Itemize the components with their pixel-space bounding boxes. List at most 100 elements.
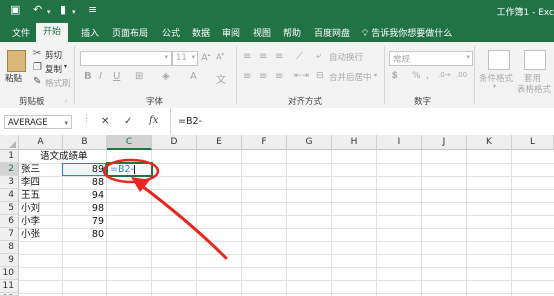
merge-dropdown-icon[interactable]: ▾: [374, 72, 377, 79]
copy-dropdown-icon[interactable]: ▾: [64, 63, 67, 70]
column-header-l[interactable]: L: [512, 135, 554, 150]
row-header-7[interactable]: 7: [0, 228, 19, 241]
redo-dropdown-icon[interactable]: ▾: [72, 6, 76, 18]
paste-icon[interactable]: [7, 50, 26, 72]
clipboard-launcher-icon[interactable]: ⌟: [64, 96, 67, 103]
currency-format-icon[interactable]: 💲︎: [392, 71, 397, 81]
cell-a4[interactable]: 王五: [21, 189, 40, 202]
decrease-font-icon[interactable]: A▾: [216, 52, 224, 62]
row-header-5[interactable]: 5: [0, 202, 19, 215]
tab-data[interactable]: 数据: [192, 26, 210, 39]
row-header-1[interactable]: 1: [0, 150, 19, 163]
row-header-6[interactable]: 6: [0, 215, 19, 228]
merge-center-icon[interactable]: ⊟: [316, 71, 324, 81]
font-size-select[interactable]: 11 ▾: [172, 51, 198, 66]
fill-color-icon[interactable]: ◈: [162, 71, 170, 82]
tab-view[interactable]: 视图: [253, 26, 271, 39]
format-painter-icon[interactable]: ✎: [33, 77, 41, 87]
increase-decimal-icon[interactable]: .0→: [438, 71, 451, 79]
italic-button[interactable]: I: [99, 71, 102, 82]
decrease-decimal-icon[interactable]: .00: [456, 71, 467, 79]
cut-button[interactable]: 剪切: [45, 49, 62, 61]
column-header-e[interactable]: E: [197, 135, 242, 150]
select-all-corner[interactable]: [0, 135, 19, 150]
enter-button[interactable]: ✓: [124, 116, 132, 127]
column-header-d[interactable]: D: [152, 135, 197, 150]
tab-baidu-netdisk[interactable]: 百度网盘: [314, 26, 350, 39]
align-middle-icon[interactable]: ≡: [259, 51, 267, 62]
wrap-text-button[interactable]: 自动换行: [329, 51, 363, 63]
cell-b7[interactable]: 80: [64, 228, 104, 241]
paste-dropdown-icon[interactable]: ▾: [19, 73, 22, 80]
percent-format-icon[interactable]: %: [412, 71, 421, 81]
font-color-icon[interactable]: A: [190, 71, 197, 82]
merge-center-button[interactable]: 合并后居中: [329, 71, 372, 83]
row-header-10[interactable]: 10: [0, 267, 19, 280]
column-header-c[interactable]: C: [107, 135, 152, 150]
formula-input[interactable]: =B2-: [178, 116, 202, 127]
tab-file[interactable]: 文件: [12, 26, 30, 39]
cell-b6[interactable]: 79: [64, 215, 104, 228]
cell-a6[interactable]: 小李: [21, 215, 40, 228]
column-header-k[interactable]: K: [467, 135, 512, 150]
cell-b3[interactable]: 88: [64, 176, 104, 189]
cell-a5[interactable]: 小刘: [21, 202, 40, 215]
title-cell-a1[interactable]: 语文成绩单: [40, 150, 88, 163]
comma-format-icon[interactable]: ,: [426, 71, 429, 81]
align-top-icon[interactable]: ≡: [243, 51, 251, 62]
bold-button[interactable]: B: [84, 71, 92, 82]
cell-a7[interactable]: 小张: [21, 228, 40, 241]
cell-b2[interactable]: 89: [64, 163, 104, 176]
row-header-11[interactable]: 11: [0, 280, 19, 293]
row-header-2[interactable]: 2: [0, 163, 19, 176]
save-icon[interactable]: ▣: [10, 4, 20, 16]
tab-insert[interactable]: 插入: [81, 26, 99, 39]
column-header-a[interactable]: A: [19, 135, 63, 150]
indent-icon[interactable]: ⇤⇥: [294, 71, 309, 81]
align-center-icon[interactable]: ≡: [259, 71, 267, 82]
cancel-button[interactable]: ✕: [101, 116, 109, 127]
column-header-g[interactable]: G: [287, 135, 332, 150]
tab-help[interactable]: 帮助: [283, 26, 301, 39]
column-header-i[interactable]: I: [377, 135, 422, 150]
align-bottom-icon[interactable]: ≡: [275, 51, 283, 62]
copy-icon[interactable]: ❐: [33, 63, 42, 73]
insert-function-button[interactable]: fx: [149, 115, 158, 126]
undo-dropdown-icon[interactable]: ▾: [47, 6, 51, 18]
tell-me-search[interactable]: 💡︎ 告诉我你想要做什么: [362, 26, 452, 39]
cut-icon[interactable]: ✂: [33, 49, 41, 59]
conditional-format-icon[interactable]: [488, 50, 510, 70]
customize-qat-icon[interactable]: ≡: [88, 4, 97, 16]
column-header-b[interactable]: B: [63, 135, 107, 150]
conditional-format-dropdown-icon[interactable]: ▾: [493, 83, 496, 90]
column-header-j[interactable]: J: [422, 135, 467, 150]
align-left-icon[interactable]: ≡: [243, 71, 251, 82]
column-header-h[interactable]: H: [332, 135, 377, 150]
row-header-4[interactable]: 4: [0, 189, 19, 202]
active-cell-c2[interactable]: =B2-: [106, 162, 153, 177]
tab-page-layout[interactable]: 页面布局: [112, 26, 148, 39]
align-right-icon[interactable]: ≡: [275, 71, 283, 82]
column-header-f[interactable]: F: [242, 135, 287, 150]
number-format-select[interactable]: 常规 ▾: [389, 51, 473, 66]
tab-formulas[interactable]: 公式: [162, 26, 180, 39]
underline-button[interactable]: U: [113, 71, 120, 82]
undo-icon[interactable]: ↶: [33, 4, 42, 16]
orientation-icon[interactable]: ⟋: [296, 51, 303, 62]
tab-home[interactable]: 开始: [36, 23, 69, 44]
wrap-text-icon[interactable]: ⤶: [316, 51, 321, 61]
font-name-select[interactable]: ▾: [80, 51, 172, 66]
cell-b5[interactable]: 98: [64, 202, 104, 215]
cell-a3[interactable]: 李四: [21, 176, 40, 189]
copy-button[interactable]: 复制: [45, 63, 62, 75]
row-header-3[interactable]: 3: [0, 176, 19, 189]
increase-font-icon[interactable]: A▴: [201, 52, 210, 63]
format-painter-button[interactable]: 格式刷: [45, 77, 71, 89]
name-box[interactable]: AVERAGE ▾: [4, 115, 72, 129]
redo-icon[interactable]: ▮: [60, 4, 66, 16]
cell-b4[interactable]: 94: [64, 189, 104, 202]
cell-a2[interactable]: 张三: [21, 163, 40, 176]
tab-review[interactable]: 审阅: [222, 26, 240, 39]
row-header-8[interactable]: 8: [0, 241, 19, 254]
phonetic-icon[interactable]: 文: [216, 71, 226, 86]
